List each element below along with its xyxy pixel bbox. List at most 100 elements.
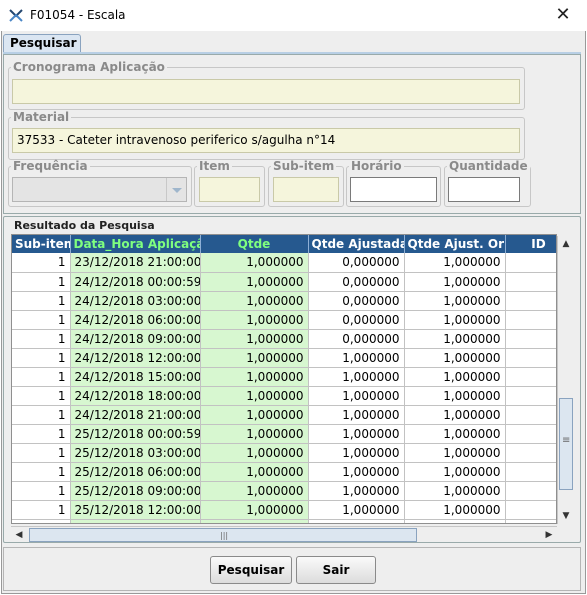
table-cell: 1,000000	[200, 481, 309, 501]
table-cell: 1,000000	[308, 519, 405, 523]
table-row[interactable]: 1 25/12/2018 09:00:00 1,000000 1,000000 1,00…	[12, 481, 556, 501]
table-cell: 1	[12, 405, 71, 425]
chevron-down-icon[interactable]	[166, 178, 186, 201]
table-cell: 1,000000	[404, 405, 506, 425]
table-cell: 1,000000	[308, 500, 405, 520]
vertical-scroll-thumb[interactable]: ≡	[559, 398, 573, 490]
tab-pesquisar[interactable]: Pesquisar	[3, 34, 81, 52]
table-cell: 1	[12, 500, 71, 520]
table-row[interactable]: 125/12/2018 15:00:001,0000001,0000001,00…	[12, 519, 556, 523]
table-cell: 1	[12, 329, 71, 349]
table-row[interactable]: 1 24/12/2018 21:00:00 1,000000 1,000000 1,00…	[12, 405, 556, 425]
vertical-grip-icon: ≡	[562, 435, 571, 446]
table-cell: 24/12/2018 12:00:00	[70, 348, 201, 368]
table-cell: 3(	[505, 253, 556, 273]
table-cell: 1,000000	[308, 481, 405, 501]
scroll-down-icon[interactable]: ▼	[558, 508, 574, 524]
table-cell: 1,000000	[404, 253, 506, 273]
table-row[interactable]: 1 24/12/2018 06:00:00 1,000000 0,000000 1,00…	[12, 310, 556, 330]
table-cell: 1,000000	[404, 462, 506, 482]
table-cell: 24/12/2018 06:00:00	[70, 310, 201, 330]
table-row[interactable]: 1 25/12/2018 03:00:00 1,000000 1,000000 1,00…	[12, 443, 556, 463]
cronograma-legend: Cronograma Aplicação	[13, 60, 165, 74]
table-row[interactable]: 1 25/12/2018 06:00:00 1,000000 1,000000 1,00…	[12, 462, 556, 482]
table-cell: 1	[12, 310, 71, 330]
column-header-qtde-ajust-orig[interactable]: Qtde Ajust. Orig.	[404, 235, 506, 253]
table-cell: 25/12/2018 00:00:59	[70, 424, 201, 444]
horizontal-grip-icon: |||	[220, 531, 229, 540]
table-cell: 1,000000	[404, 424, 506, 444]
table-cell: 3(	[505, 367, 556, 387]
table-row[interactable]: 1 23/12/2018 21:00:00 1,000000 0,000000 1,00…	[12, 253, 556, 273]
scroll-up-icon[interactable]: ▲	[558, 236, 574, 252]
table-cell: 3(	[505, 500, 556, 520]
table-cell: 1,000000	[404, 272, 506, 292]
table-row[interactable]: 1 25/12/2018 00:00:59 1,000000 1,000000 1,00…	[12, 424, 556, 444]
table-row[interactable]: 1 24/12/2018 18:00:00 1,000000 1,000000 1,00…	[12, 386, 556, 406]
table-cell: 1,000000	[200, 291, 309, 311]
item-field	[199, 177, 260, 202]
table-row[interactable]: 1 24/12/2018 12:00:00 1,000000 1,000000 1,00…	[12, 348, 556, 368]
quantidade-legend: Quantidade	[449, 159, 528, 173]
horizontal-scrollbar[interactable]: ◀ ||| ▶	[11, 526, 557, 542]
column-header-id[interactable]: ID	[505, 235, 556, 253]
table-cell: 3(	[505, 519, 556, 523]
table-cell: 1	[12, 481, 71, 501]
results-legend: Resultado da Pesquisa	[12, 219, 157, 232]
table-cell: 1,000000	[200, 462, 309, 482]
exit-button[interactable]: Sair	[296, 556, 376, 584]
table-cell: 1	[12, 462, 71, 482]
material-legend: Material	[13, 110, 70, 124]
title-bar: F01054 - Escala ✕	[0, 0, 587, 31]
vertical-scrollbar[interactable]: ▲ ≡ ▼	[557, 236, 573, 524]
table-row[interactable]: 1 24/12/2018 00:00:59 1,000000 0,000000 1,00…	[12, 272, 556, 292]
table-cell: 1,000000	[200, 272, 309, 292]
table-cell: 24/12/2018 00:00:59	[70, 272, 201, 292]
quantidade-input[interactable]	[448, 177, 520, 202]
table-row[interactable]: 1 25/12/2018 12:00:00 1,000000 1,000000 1,00…	[12, 500, 556, 520]
table-cell: 1	[12, 443, 71, 463]
column-header-qtde-ajustada[interactable]: Qtde Ajustada	[308, 235, 405, 253]
table-cell: 1,000000	[404, 329, 506, 349]
horario-input[interactable]	[350, 177, 437, 202]
table-cell: 1,000000	[200, 519, 309, 523]
search-button[interactable]: Pesquisar	[210, 556, 292, 584]
table-cell: 0,000000	[308, 291, 405, 311]
table-row[interactable]: 1 24/12/2018 03:00:00 1,000000 0,000000 1,00…	[12, 291, 556, 311]
table-cell: 1,000000	[200, 367, 309, 387]
table-cell: 3(	[505, 462, 556, 482]
table-row[interactable]: 1 24/12/2018 15:00:00 1,000000 1,000000 1,00…	[12, 367, 556, 387]
column-header-data-hora[interactable]: Data_Hora Aplicação	[70, 235, 201, 253]
frequencia-select[interactable]	[12, 177, 187, 202]
table-cell: 1	[12, 386, 71, 406]
table-cell: 1,000000	[200, 424, 309, 444]
table-cell: 1	[12, 348, 71, 368]
scroll-left-icon[interactable]: ◀	[11, 527, 27, 543]
frequencia-legend: Frequência	[13, 159, 88, 173]
table-cell: 1,000000	[404, 519, 506, 523]
table-cell: 3(	[505, 481, 556, 501]
table-cell: 1,000000	[404, 481, 506, 501]
table-cell: 24/12/2018 21:00:00	[70, 405, 201, 425]
table-cell: 1,000000	[404, 367, 506, 387]
table-cell: 25/12/2018 06:00:00	[70, 462, 201, 482]
table-cell: 0,000000	[308, 272, 405, 292]
table-cell: 3(	[505, 272, 556, 292]
table-cell: 24/12/2018 09:00:00	[70, 329, 201, 349]
table-cell: 1,000000	[404, 500, 506, 520]
table-cell: 3(	[505, 424, 556, 444]
table-cell: 1,000000	[404, 348, 506, 368]
scroll-right-icon[interactable]: ▶	[541, 527, 557, 543]
table-cell: 25/12/2018 12:00:00	[70, 500, 201, 520]
subitem-legend: Sub-item	[273, 159, 335, 173]
horizontal-scroll-thumb[interactable]: |||	[29, 528, 417, 542]
table-cell: 1	[12, 291, 71, 311]
subitem-field	[273, 177, 339, 202]
column-header-qtde[interactable]: Qtde	[200, 235, 309, 253]
column-header-subitem[interactable]: Sub-item	[12, 235, 71, 253]
close-icon[interactable]: ✕	[543, 2, 583, 28]
table-row[interactable]: 1 24/12/2018 09:00:00 1,000000 0,000000 1,00…	[12, 329, 556, 349]
table-cell: 1	[12, 272, 71, 292]
table-cell: 3(	[505, 386, 556, 406]
table-cell: 1,000000	[308, 462, 405, 482]
